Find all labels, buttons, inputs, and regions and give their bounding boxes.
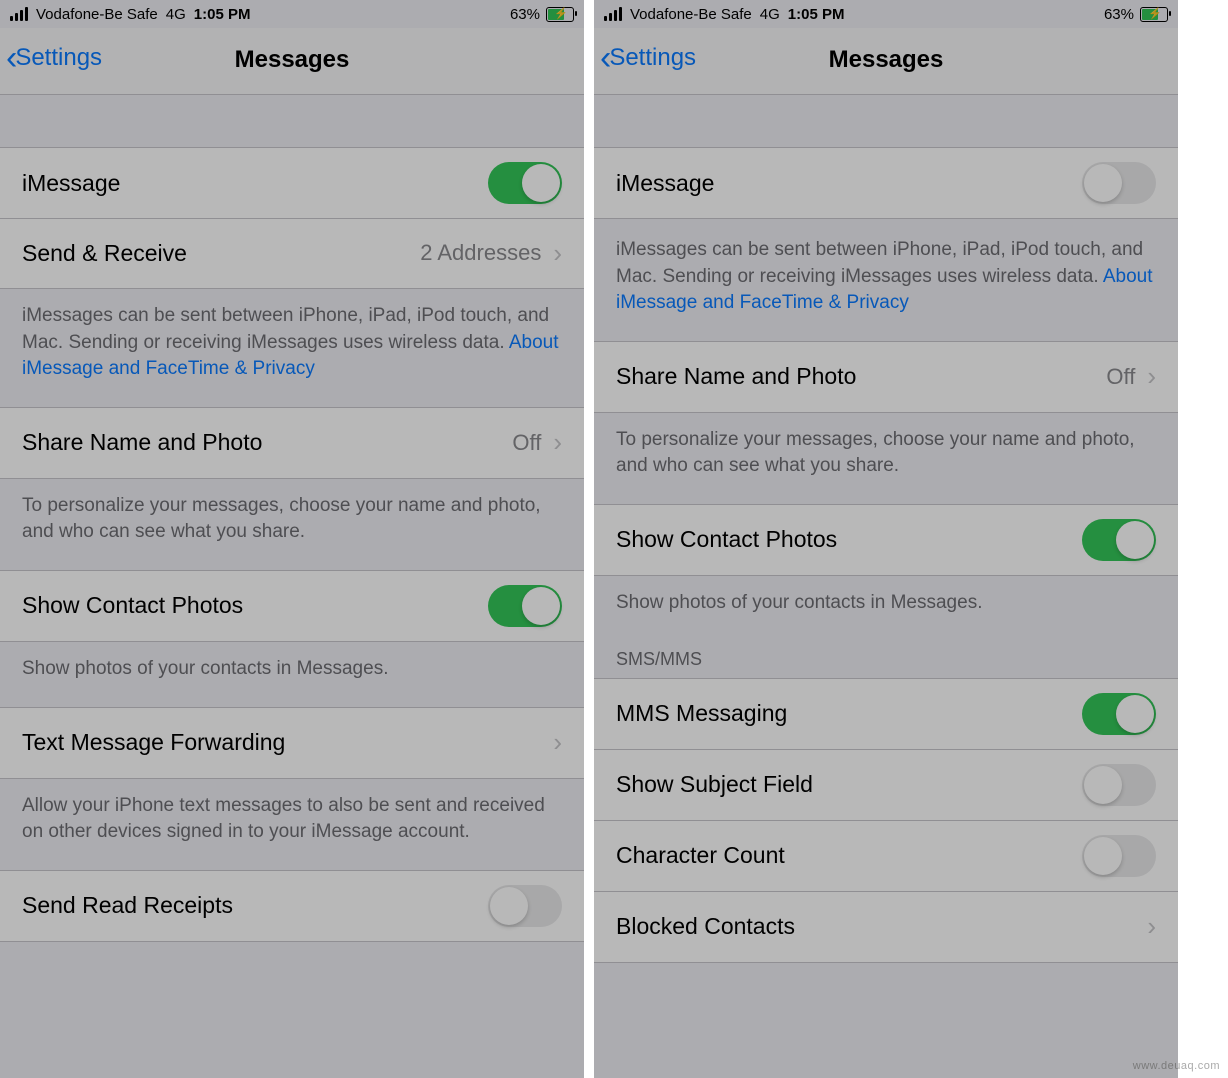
- share-name-label: Share Name and Photo: [22, 429, 262, 456]
- subject-row: Show Subject Field: [594, 750, 1178, 821]
- mms-label: MMS Messaging: [616, 700, 787, 727]
- chevron-right-icon: ›: [1147, 911, 1156, 942]
- subject-toggle[interactable]: [1082, 764, 1156, 806]
- share-name-footer: To personalize your messages, choose you…: [594, 413, 1178, 504]
- phone-right: Vodafone-Be Safe 4G 1:05 PM 63% ⚡ ‹Setti…: [594, 0, 1178, 1078]
- send-receive-value: 2 Addresses: [420, 240, 541, 266]
- char-count-toggle[interactable]: [1082, 835, 1156, 877]
- share-name-label: Share Name and Photo: [616, 363, 856, 390]
- imessage-footer: iMessages can be sent between iPhone, iP…: [594, 219, 1178, 341]
- text-fwd-row[interactable]: Text Message Forwarding ›: [0, 707, 584, 779]
- battery-pct: 63%: [1104, 6, 1134, 23]
- battery-pct: 63%: [510, 6, 540, 23]
- share-name-value: Off: [1106, 364, 1135, 390]
- imessage-label: iMessage: [22, 170, 120, 197]
- phone-left: Vodafone-Be Safe 4G 1:05 PM 63% ⚡ ‹Setti…: [0, 0, 584, 1078]
- contact-photos-toggle[interactable]: [488, 585, 562, 627]
- char-count-row: Character Count: [594, 821, 1178, 892]
- page-title: Messages: [594, 46, 1178, 74]
- text-fwd-footer: Allow your iPhone text messages to also …: [0, 779, 584, 870]
- share-name-row[interactable]: Share Name and Photo Off ›: [0, 407, 584, 479]
- status-bar: Vodafone-Be Safe 4G 1:05 PM 63% ⚡: [594, 0, 1178, 28]
- mms-row: MMS Messaging: [594, 678, 1178, 750]
- read-receipts-label: Send Read Receipts: [22, 892, 233, 919]
- read-receipts-row: Send Read Receipts: [0, 870, 584, 942]
- nav-bar: ‹Settings Messages: [0, 28, 584, 95]
- signal-icon: [10, 7, 28, 21]
- chevron-right-icon: ›: [1147, 361, 1156, 392]
- send-receive-row[interactable]: Send & Receive 2 Addresses ›: [0, 218, 584, 289]
- chevron-right-icon: ›: [553, 727, 562, 758]
- watermark: www.deuaq.com: [1133, 1060, 1220, 1072]
- page-title: Messages: [0, 46, 584, 74]
- imessage-row: iMessage: [0, 147, 584, 219]
- chevron-right-icon: ›: [553, 238, 562, 269]
- read-receipts-toggle[interactable]: [488, 885, 562, 927]
- contact-photos-footer: Show photos of your contacts in Messages…: [0, 642, 584, 707]
- blocked-row[interactable]: Blocked Contacts ›: [594, 892, 1178, 963]
- share-name-footer: To personalize your messages, choose you…: [0, 479, 584, 570]
- blocked-label: Blocked Contacts: [616, 913, 795, 940]
- sms-section-header: SMS/MMS: [594, 625, 1178, 678]
- imessage-footer: iMessages can be sent between iPhone, iP…: [0, 289, 584, 407]
- text-fwd-label: Text Message Forwarding: [22, 729, 285, 756]
- mms-toggle[interactable]: [1082, 693, 1156, 735]
- imessage-toggle[interactable]: [1082, 162, 1156, 204]
- contact-photos-row: Show Contact Photos: [0, 570, 584, 642]
- carrier-label: Vodafone-Be Safe: [630, 6, 752, 23]
- battery-icon: ⚡: [1140, 7, 1168, 22]
- contact-photos-label: Show Contact Photos: [616, 526, 837, 553]
- battery-icon: ⚡: [546, 7, 574, 22]
- signal-icon: [604, 7, 622, 21]
- char-count-label: Character Count: [616, 842, 785, 869]
- imessage-toggle[interactable]: [488, 162, 562, 204]
- send-receive-label: Send & Receive: [22, 240, 187, 267]
- imessage-row: iMessage: [594, 147, 1178, 219]
- network-label: 4G: [166, 6, 186, 23]
- carrier-label: Vodafone-Be Safe: [36, 6, 158, 23]
- nav-bar: ‹Settings Messages: [594, 28, 1178, 95]
- clock-label: 1:05 PM: [788, 6, 845, 23]
- share-name-row[interactable]: Share Name and Photo Off ›: [594, 341, 1178, 413]
- clock-label: 1:05 PM: [194, 6, 251, 23]
- share-name-value: Off: [512, 430, 541, 456]
- contact-photos-row: Show Contact Photos: [594, 504, 1178, 576]
- chevron-right-icon: ›: [553, 427, 562, 458]
- status-bar: Vodafone-Be Safe 4G 1:05 PM 63% ⚡: [0, 0, 584, 28]
- imessage-label: iMessage: [616, 170, 714, 197]
- contact-photos-label: Show Contact Photos: [22, 592, 243, 619]
- subject-label: Show Subject Field: [616, 771, 813, 798]
- network-label: 4G: [760, 6, 780, 23]
- contact-photos-footer: Show photos of your contacts in Messages…: [594, 576, 1178, 625]
- contact-photos-toggle[interactable]: [1082, 519, 1156, 561]
